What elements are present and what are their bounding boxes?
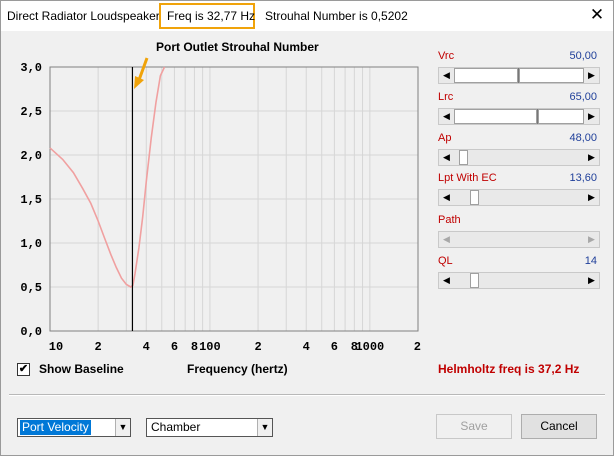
chevron-right-icon[interactable]: ▶ xyxy=(584,150,599,165)
marker-arrow-icon xyxy=(134,57,149,89)
chevron-down-icon[interactable]: ▼ xyxy=(257,419,272,436)
chevron-right-icon[interactable]: ▶ xyxy=(584,68,599,83)
chevron-left-icon[interactable]: ◀ xyxy=(439,273,454,288)
parameter-slider[interactable]: ◀ ▶ xyxy=(438,272,600,289)
parameter-slider[interactable]: ◀ ▶ xyxy=(438,149,600,166)
slider-value: 65,00 xyxy=(569,91,597,103)
y-tick-label: 1,5 xyxy=(20,193,42,207)
slider-value: 13,60 xyxy=(569,172,597,184)
x-axis-label: Frequency (hertz) xyxy=(187,362,288,376)
slider-track xyxy=(454,109,538,124)
x-tick-label: 6 xyxy=(331,340,338,354)
x-tick-label: 100 xyxy=(199,340,221,354)
strouhal-curve xyxy=(49,66,166,288)
chevron-right-icon[interactable]: ▶ xyxy=(584,190,599,205)
slider-label: QL xyxy=(438,255,453,267)
slider-track xyxy=(538,109,584,124)
y-tick-label: 2,5 xyxy=(20,105,42,119)
slider-label: Ap xyxy=(438,132,452,144)
slider-label: Lrc xyxy=(438,91,454,103)
y-axis: 3,0 2,5 2,0 1,5 1,0 0,5 0,0 xyxy=(20,61,42,339)
divider xyxy=(9,394,605,396)
chevron-left-icon[interactable]: ◀ xyxy=(439,232,454,247)
show-baseline-label[interactable]: Show Baseline xyxy=(39,362,124,376)
x-tick-label: 2 xyxy=(414,340,421,354)
slider-label: Vrc xyxy=(438,50,455,62)
data-series xyxy=(49,66,166,288)
chart-area: 3,02,52,01,51,00,50,0 10 2 4 6 8 100 2 4 6 81000 2 xyxy=(20,57,421,354)
slider-thumb[interactable] xyxy=(459,150,469,165)
x-tick-label: 2 xyxy=(95,340,102,354)
strouhal-readout: Strouhal Number is 0,5202 xyxy=(265,9,408,23)
x-tick-label: 1000 xyxy=(355,340,384,354)
slider-value: 48,00 xyxy=(569,132,597,144)
chart-grid xyxy=(49,67,419,331)
y-tick-label: 3,0 xyxy=(20,61,42,75)
chevron-right-icon[interactable]: ▶ xyxy=(584,109,599,124)
title-bar: Direct Radiator Loudspeaker Freq is 32,7… xyxy=(1,1,613,31)
slider-track xyxy=(518,68,584,83)
x-tick-label: 10 xyxy=(49,340,63,354)
slider-track xyxy=(454,68,518,83)
chart-title: Port Outlet Strouhal Number xyxy=(156,40,319,54)
cancel-button[interactable]: Cancel xyxy=(521,414,597,439)
x-tick-label: 4 xyxy=(143,340,150,354)
freq-readout: Freq is 32,77 Hz xyxy=(167,9,256,23)
show-baseline-checkbox[interactable]: ✔ xyxy=(17,363,30,376)
x-tick-label: 8 xyxy=(191,340,198,354)
plot-type-select[interactable]: Port Velocity ▼ xyxy=(17,418,131,437)
close-icon[interactable]: ✕ xyxy=(587,4,607,26)
y-tick-label: 0,0 xyxy=(20,325,42,339)
slider-value: 14 xyxy=(584,255,597,267)
x-tick-label: 6 xyxy=(171,340,178,354)
slider-label: Lpt With EC xyxy=(438,172,497,184)
parameter-slider[interactable]: ◀ ▶ xyxy=(438,231,600,248)
parameter-slider[interactable]: ◀ ▶ xyxy=(438,108,600,125)
dialog-window: Direct Radiator Loudspeaker Freq is 32,7… xyxy=(0,0,614,456)
chevron-left-icon[interactable]: ◀ xyxy=(439,109,454,124)
chevron-right-icon[interactable]: ▶ xyxy=(584,273,599,288)
region-value: Chamber xyxy=(151,420,201,434)
y-tick-label: 2,0 xyxy=(20,149,42,163)
chevron-left-icon[interactable]: ◀ xyxy=(439,68,454,83)
save-button[interactable]: Save xyxy=(436,414,512,439)
slider-thumb[interactable] xyxy=(469,273,479,288)
parameter-slider[interactable]: ◀ ▶ xyxy=(438,67,600,84)
slider-thumb[interactable] xyxy=(469,190,479,205)
helmholtz-readout: Helmholtz freq is 37,2 Hz xyxy=(438,362,580,376)
chevron-right-icon[interactable]: ▶ xyxy=(584,232,599,247)
chevron-left-icon[interactable]: ◀ xyxy=(439,190,454,205)
y-tick-label: 0,5 xyxy=(20,281,42,295)
plot-type-value: Port Velocity xyxy=(20,420,91,435)
chevron-down-icon[interactable]: ▼ xyxy=(115,419,130,436)
x-tick-label: 2 xyxy=(254,340,261,354)
slider-label: Path xyxy=(438,214,461,226)
region-select[interactable]: Chamber ▼ xyxy=(146,418,273,437)
window-title: Direct Radiator Loudspeaker xyxy=(7,9,160,23)
parameter-slider[interactable]: ◀ ▶ xyxy=(438,189,600,206)
slider-value: 50,00 xyxy=(569,50,597,62)
chevron-left-icon[interactable]: ◀ xyxy=(439,150,454,165)
y-tick-label: 1,0 xyxy=(20,237,42,251)
x-axis: 10 2 4 6 8 100 2 4 6 81000 2 xyxy=(49,340,421,354)
x-tick-label: 4 xyxy=(303,340,310,354)
